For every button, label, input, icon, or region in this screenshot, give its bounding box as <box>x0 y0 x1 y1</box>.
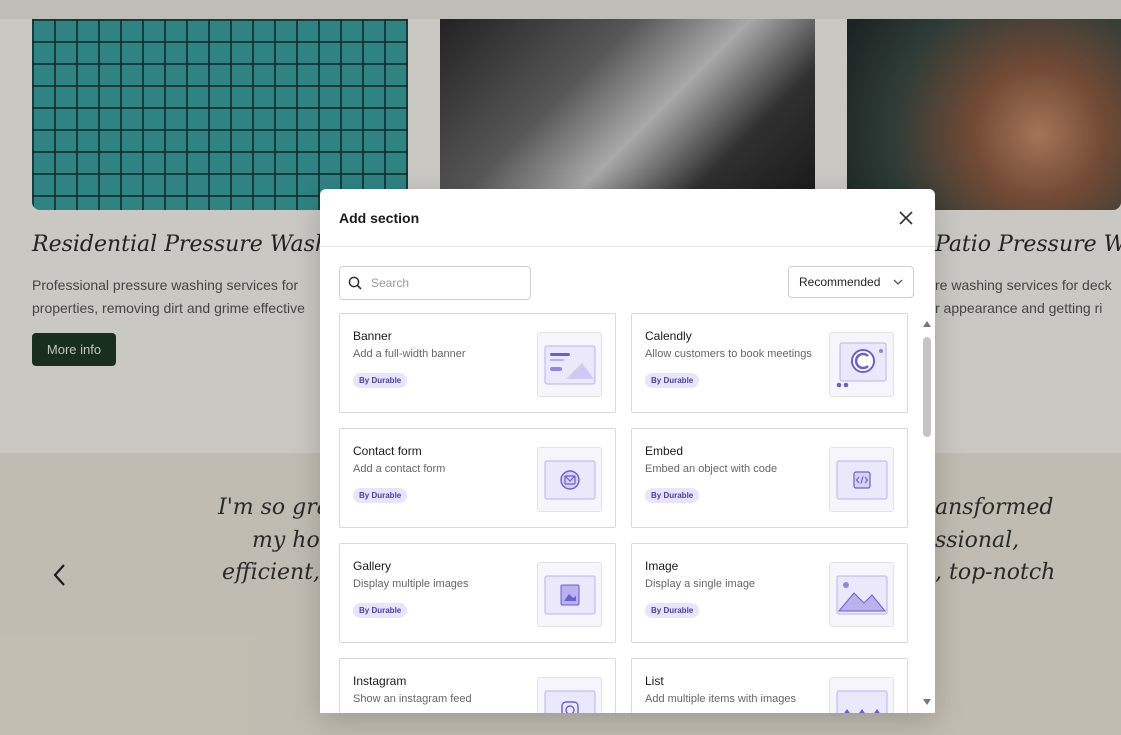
tile-badge: By Durable <box>353 603 408 618</box>
instagram-icon <box>537 677 602 713</box>
tile-name: Image <box>645 559 679 573</box>
tile-desc: Add a contact form <box>353 463 446 475</box>
banner-icon <box>537 332 602 397</box>
tile-name: Banner <box>353 329 392 343</box>
tile-desc: Show an instagram feed <box>353 693 472 705</box>
embed-icon <box>829 447 894 512</box>
sort-selected-value: Recommended <box>799 275 881 289</box>
tile-desc: Embed an object with code <box>645 463 778 475</box>
section-tile-embed[interactable]: Embed Embed an object with code By Durab… <box>631 428 908 528</box>
tile-name: Contact form <box>353 444 422 458</box>
chevron-down-icon <box>893 279 903 285</box>
tile-desc: Allow customers to book meetings <box>645 348 812 360</box>
calendly-icon <box>829 332 894 397</box>
modal-scrollbar[interactable] <box>921 319 933 709</box>
list-icon <box>829 677 894 713</box>
scroll-down-arrow-icon[interactable] <box>923 699 931 705</box>
modal-header: Add section <box>320 189 935 247</box>
section-tile-instagram[interactable]: Instagram Show an instagram feed <box>339 658 616 713</box>
tile-desc: Display multiple images <box>353 578 469 590</box>
section-tile-image[interactable]: Image Display a single image By Durable <box>631 543 908 643</box>
close-icon[interactable] <box>897 209 915 227</box>
tile-name: Calendly <box>645 329 692 343</box>
scroll-thumb[interactable] <box>923 337 931 437</box>
tile-badge: By Durable <box>645 373 700 388</box>
search-field[interactable] <box>339 266 531 300</box>
section-tile-contact-form[interactable]: Contact form Add a contact form By Durab… <box>339 428 616 528</box>
search-input[interactable] <box>369 275 523 291</box>
tile-badge: By Durable <box>353 373 408 388</box>
tile-name: List <box>645 674 664 688</box>
scroll-up-arrow-icon[interactable] <box>923 321 931 327</box>
contact-form-icon <box>537 447 602 512</box>
tile-badge: By Durable <box>645 488 700 503</box>
gallery-icon <box>537 562 602 627</box>
section-tile-list[interactable]: List Add multiple items with images <box>631 658 908 713</box>
sort-dropdown[interactable]: Recommended <box>788 266 914 298</box>
image-icon <box>829 562 894 627</box>
section-tile-gallery[interactable]: Gallery Display multiple images By Durab… <box>339 543 616 643</box>
section-grid: Banner Add a full-width banner By Durabl… <box>339 313 911 713</box>
section-tile-banner[interactable]: Banner Add a full-width banner By Durabl… <box>339 313 616 413</box>
tile-name: Instagram <box>353 674 407 688</box>
tile-desc: Add a full-width banner <box>353 348 466 360</box>
tile-desc: Add multiple items with images <box>645 693 797 705</box>
tile-badge: By Durable <box>353 488 408 503</box>
search-icon <box>348 276 362 290</box>
add-section-modal: Add section Recommended Banner Add a ful… <box>320 189 935 713</box>
tile-name: Embed <box>645 444 684 458</box>
tile-badge: By Durable <box>645 603 700 618</box>
section-tile-calendly[interactable]: Calendly Allow customers to book meeting… <box>631 313 908 413</box>
modal-title: Add section <box>339 210 420 226</box>
tile-desc: Display a single image <box>645 578 756 590</box>
tile-name: Gallery <box>353 559 392 573</box>
